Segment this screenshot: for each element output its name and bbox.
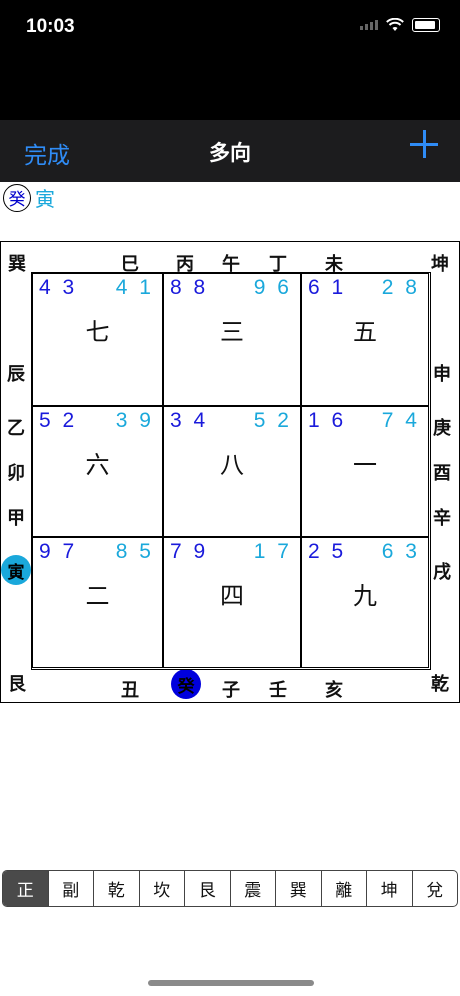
direction-label: 壬 — [269, 680, 287, 701]
water-star: 4 1 — [115, 276, 154, 299]
palace-cell[interactable]: 5 2 3 9 六 — [32, 406, 163, 537]
period-star: 三 — [220, 318, 244, 346]
mountain-star: 8 8 — [170, 276, 209, 299]
nav-title: 多向 — [209, 141, 251, 165]
cellular-signal-icon — [360, 20, 378, 30]
water-star: 7 4 — [381, 409, 420, 432]
status-bar: 10:03 — [0, 0, 460, 60]
segment-dui[interactable]: 兌 — [413, 871, 458, 906]
segment-kan[interactable]: 坎 — [140, 871, 185, 906]
direction-label: 辰 — [7, 364, 25, 385]
orientation-legend: 癸 寅 — [3, 183, 55, 212]
palace-cell[interactable]: 4 3 4 1 七 — [32, 273, 163, 406]
segment-qian[interactable]: 乾 — [94, 871, 140, 906]
palace-cell[interactable]: 2 5 6 3 九 — [301, 537, 429, 668]
facing-marker: 癸 — [171, 669, 201, 699]
status-time: 10:03 — [26, 16, 75, 37]
period-star: 五 — [353, 318, 377, 346]
water-star: 5 2 — [253, 409, 292, 432]
mountain-star: 9 7 — [39, 540, 78, 563]
mountain-star: 6 1 — [308, 276, 347, 299]
direction-label: 丑 — [121, 680, 139, 701]
sitting-marker: 寅 — [1, 555, 31, 585]
mountain-star: 5 2 — [39, 409, 78, 432]
direction-label: 艮 — [8, 674, 26, 695]
palace-cell[interactable]: 6 1 2 8 五 — [301, 273, 429, 406]
period-star: 八 — [220, 451, 244, 479]
direction-label: 乙 — [7, 418, 25, 439]
period-star: 六 — [85, 451, 110, 479]
status-icons — [360, 18, 440, 32]
segment-zheng[interactable]: 正 — [3, 871, 49, 906]
water-star: 9 6 — [253, 276, 292, 299]
palace-cell[interactable]: 7 9 1 7 四 — [163, 537, 301, 668]
direction-label: 申 — [433, 364, 451, 385]
direction-label: 酉 — [433, 463, 451, 484]
mountain-star: 7 9 — [170, 540, 209, 563]
period-star: 九 — [353, 582, 377, 610]
nine-palace-grid: 4 3 4 1 七 8 8 9 6 三 6 1 2 8 五 5 2 3 9 六 … — [31, 272, 431, 670]
palace-cell[interactable]: 1 6 7 4 一 — [301, 406, 429, 537]
legend-circle: 癸 — [3, 183, 31, 212]
segment-li[interactable]: 離 — [322, 871, 367, 906]
chart-type-segmented-control: 正 副 乾 坎 艮 震 巽 離 坤 兌 — [2, 870, 458, 907]
direction-label: 子 — [222, 680, 240, 701]
home-indicator — [148, 980, 314, 986]
header-spacer — [0, 60, 460, 120]
palace-cell[interactable]: 9 7 8 5 二 — [32, 537, 163, 668]
direction-label: 辛 — [433, 508, 451, 529]
mountain-star: 2 5 — [308, 540, 347, 563]
segment-gen[interactable]: 艮 — [185, 871, 231, 906]
direction-label: 乾 — [431, 674, 449, 695]
period-star: 七 — [85, 318, 110, 346]
water-star: 8 5 — [115, 540, 154, 563]
mountain-star: 1 6 — [308, 409, 347, 432]
palace-cell[interactable]: 8 8 9 6 三 — [163, 273, 301, 406]
period-star: 二 — [85, 582, 110, 610]
direction-label: 卯 — [7, 463, 25, 484]
direction-label: 庚 — [433, 418, 451, 439]
period-star: 四 — [220, 582, 244, 610]
water-star: 1 7 — [253, 540, 292, 563]
period-star: 一 — [353, 451, 377, 479]
add-icon[interactable] — [410, 130, 438, 158]
water-star: 6 3 — [381, 540, 420, 563]
direction-label: 坤 — [431, 254, 449, 275]
segment-xun[interactable]: 巽 — [276, 871, 322, 906]
direction-label: 甲 — [7, 508, 25, 529]
direction-label: 亥 — [325, 680, 343, 701]
palace-cell[interactable]: 3 4 5 2 八 — [163, 406, 301, 537]
segment-zhen[interactable]: 震 — [231, 871, 276, 906]
segment-fu[interactable]: 副 — [49, 871, 94, 906]
legend-text: 寅 — [35, 187, 55, 211]
navigation-bar: 完成 多向 — [0, 120, 460, 182]
segment-kun[interactable]: 坤 — [367, 871, 413, 906]
battery-icon — [412, 18, 440, 32]
mountain-star: 3 4 — [170, 409, 209, 432]
direction-label: 巽 — [8, 254, 26, 275]
direction-label: 戌 — [433, 562, 451, 583]
flying-star-chart: 巽 巳 丙 午 丁 未 坤 辰 乙 卯 甲 寅 申 庚 酉 辛 戌 艮 丑 癸 … — [0, 241, 460, 703]
water-star: 3 9 — [115, 409, 154, 432]
water-star: 2 8 — [381, 276, 420, 299]
wifi-icon — [386, 18, 404, 31]
mountain-star: 4 3 — [39, 276, 78, 299]
